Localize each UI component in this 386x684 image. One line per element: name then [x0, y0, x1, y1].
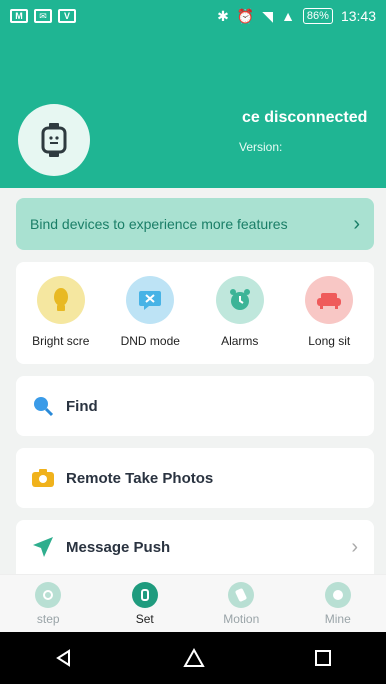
- message-push-label: Message Push: [66, 538, 171, 556]
- tab-label: Set: [135, 611, 154, 626]
- bluetooth-icon: ✱: [217, 7, 229, 24]
- home-icon[interactable]: [183, 647, 205, 669]
- search-icon: [34, 397, 54, 417]
- tab-label: Motion: [223, 611, 260, 626]
- tab-motion[interactable]: Motion: [201, 581, 281, 626]
- remote-photos-label: Remote Take Photos: [66, 469, 214, 487]
- status-bar: M ✉ V ✱ ⏰ ◥ ▲ 86% 13:43: [0, 0, 386, 32]
- feature-long-sit[interactable]: Long sit: [287, 276, 371, 364]
- bind-device-banner[interactable]: Bind devices to experience more features…: [16, 198, 374, 250]
- bottom-tab-bar: step Set Motion Mine: [0, 574, 386, 632]
- signal-icon: ▲: [281, 8, 295, 24]
- mail-notification-icon: ✉: [34, 9, 52, 23]
- chevron-right-icon: ›: [353, 212, 360, 235]
- motion-icon: [228, 581, 255, 608]
- dnd-icon: [126, 276, 175, 324]
- send-icon: [33, 537, 53, 557]
- find-row[interactable]: Find: [16, 376, 374, 436]
- app-notification-icon: V: [58, 9, 76, 23]
- device-header: ce disconnected Version:: [0, 32, 386, 188]
- bind-banner-text: Bind devices to experience more features: [30, 216, 288, 232]
- recents-icon[interactable]: [314, 649, 332, 667]
- wifi-icon: ◥: [262, 7, 274, 24]
- tab-set[interactable]: Set: [105, 581, 185, 626]
- feature-label: Long sit: [308, 334, 351, 348]
- person-icon: [324, 581, 351, 608]
- camera-icon: [32, 469, 54, 487]
- alarm-status-icon: ⏰: [236, 7, 255, 24]
- quick-features-card: Bright scre DND mode Alarms Long sit: [16, 262, 374, 364]
- gmail-notification-icon: M: [10, 9, 28, 23]
- feature-alarms[interactable]: Alarms: [198, 276, 282, 364]
- remote-photos-row[interactable]: Remote Take Photos: [16, 448, 374, 508]
- feature-bright-screen[interactable]: Bright scre: [19, 276, 103, 364]
- feature-dnd-mode[interactable]: DND mode: [108, 276, 192, 364]
- find-label: Find: [66, 397, 98, 415]
- back-icon[interactable]: [54, 648, 74, 668]
- version-label: Version:: [239, 140, 283, 154]
- clock: 13:43: [340, 8, 376, 24]
- tab-label: Mine: [324, 611, 351, 626]
- sofa-icon: [305, 276, 354, 324]
- tab-mine[interactable]: Mine: [298, 581, 378, 626]
- device-avatar[interactable]: [18, 104, 90, 176]
- message-push-row[interactable]: Message Push ›: [16, 520, 374, 574]
- alarm-icon: [215, 276, 264, 324]
- chevron-right-icon: ›: [351, 535, 358, 558]
- tab-step[interactable]: step: [8, 581, 88, 626]
- smartwatch-icon: [41, 123, 67, 157]
- feature-label: Bright scre: [32, 334, 90, 348]
- watch-icon: [131, 581, 158, 608]
- bulb-icon: [36, 276, 85, 324]
- system-nav-bar: [0, 632, 386, 684]
- step-icon: [35, 581, 62, 608]
- tab-label: step: [36, 611, 60, 626]
- battery-indicator: 86%: [302, 8, 333, 24]
- feature-label: Alarms: [221, 334, 259, 348]
- connection-status: ce disconnected: [242, 109, 368, 126]
- feature-label: DND mode: [120, 334, 180, 348]
